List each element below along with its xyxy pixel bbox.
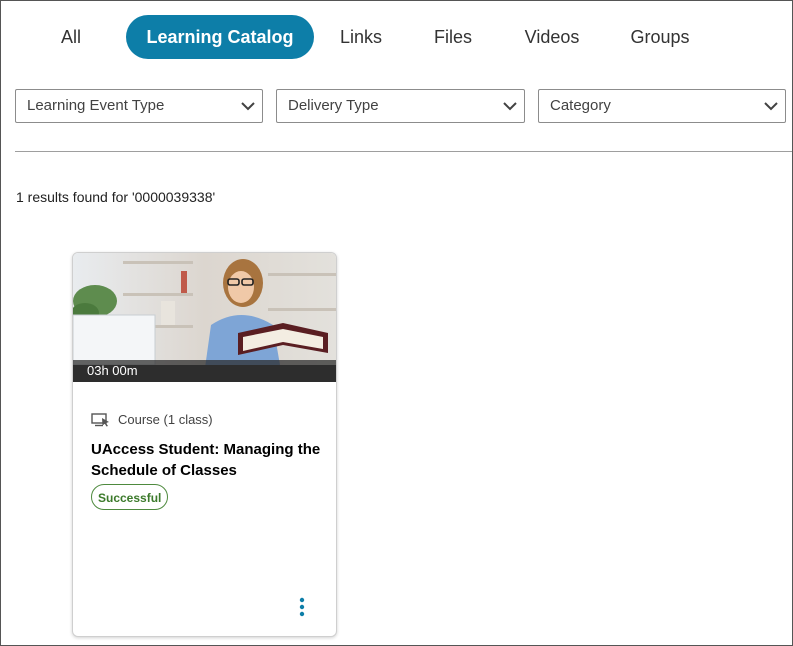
- tab-all[interactable]: All: [48, 15, 94, 59]
- tab-links[interactable]: Links: [333, 15, 389, 59]
- duration-label: 03h 00m: [87, 363, 138, 378]
- delivery-type-label: Delivery Type: [288, 97, 379, 114]
- course-card[interactable]: 03h 00m Course (1 class) UAccess Student…: [72, 252, 337, 637]
- chevron-down-icon: [503, 102, 517, 111]
- learning-event-type-select[interactable]: Learning Event Type: [15, 89, 263, 123]
- course-type-label: Course (1 class): [118, 412, 213, 427]
- learning-event-type-label: Learning Event Type: [27, 97, 165, 114]
- category-select[interactable]: Category: [538, 89, 786, 123]
- tab-groups[interactable]: Groups: [625, 15, 695, 59]
- course-title[interactable]: UAccess Student: Managing the Schedule o…: [91, 439, 326, 481]
- tab-learning-catalog[interactable]: Learning Catalog: [126, 15, 314, 59]
- duration-bar: 03h 00m: [73, 360, 336, 382]
- chevron-down-icon: [764, 102, 778, 111]
- category-label: Category: [550, 97, 611, 114]
- results-count: 1 results found for '0000039338': [16, 189, 216, 205]
- course-screen-icon: [91, 413, 109, 427]
- page-frame: All Learning Catalog Links Files Videos …: [0, 0, 793, 646]
- chevron-down-icon: [241, 102, 255, 111]
- status-badge: Successful: [91, 484, 169, 510]
- delivery-type-select[interactable]: Delivery Type: [276, 89, 525, 123]
- tab-videos[interactable]: Videos: [517, 15, 587, 59]
- divider: [15, 151, 792, 152]
- tab-files[interactable]: Files: [427, 15, 479, 59]
- tab-bar: All Learning Catalog Links Files Videos …: [1, 15, 792, 61]
- more-vertical-icon[interactable]: [295, 595, 309, 619]
- course-thumbnail: 03h 00m: [73, 253, 336, 382]
